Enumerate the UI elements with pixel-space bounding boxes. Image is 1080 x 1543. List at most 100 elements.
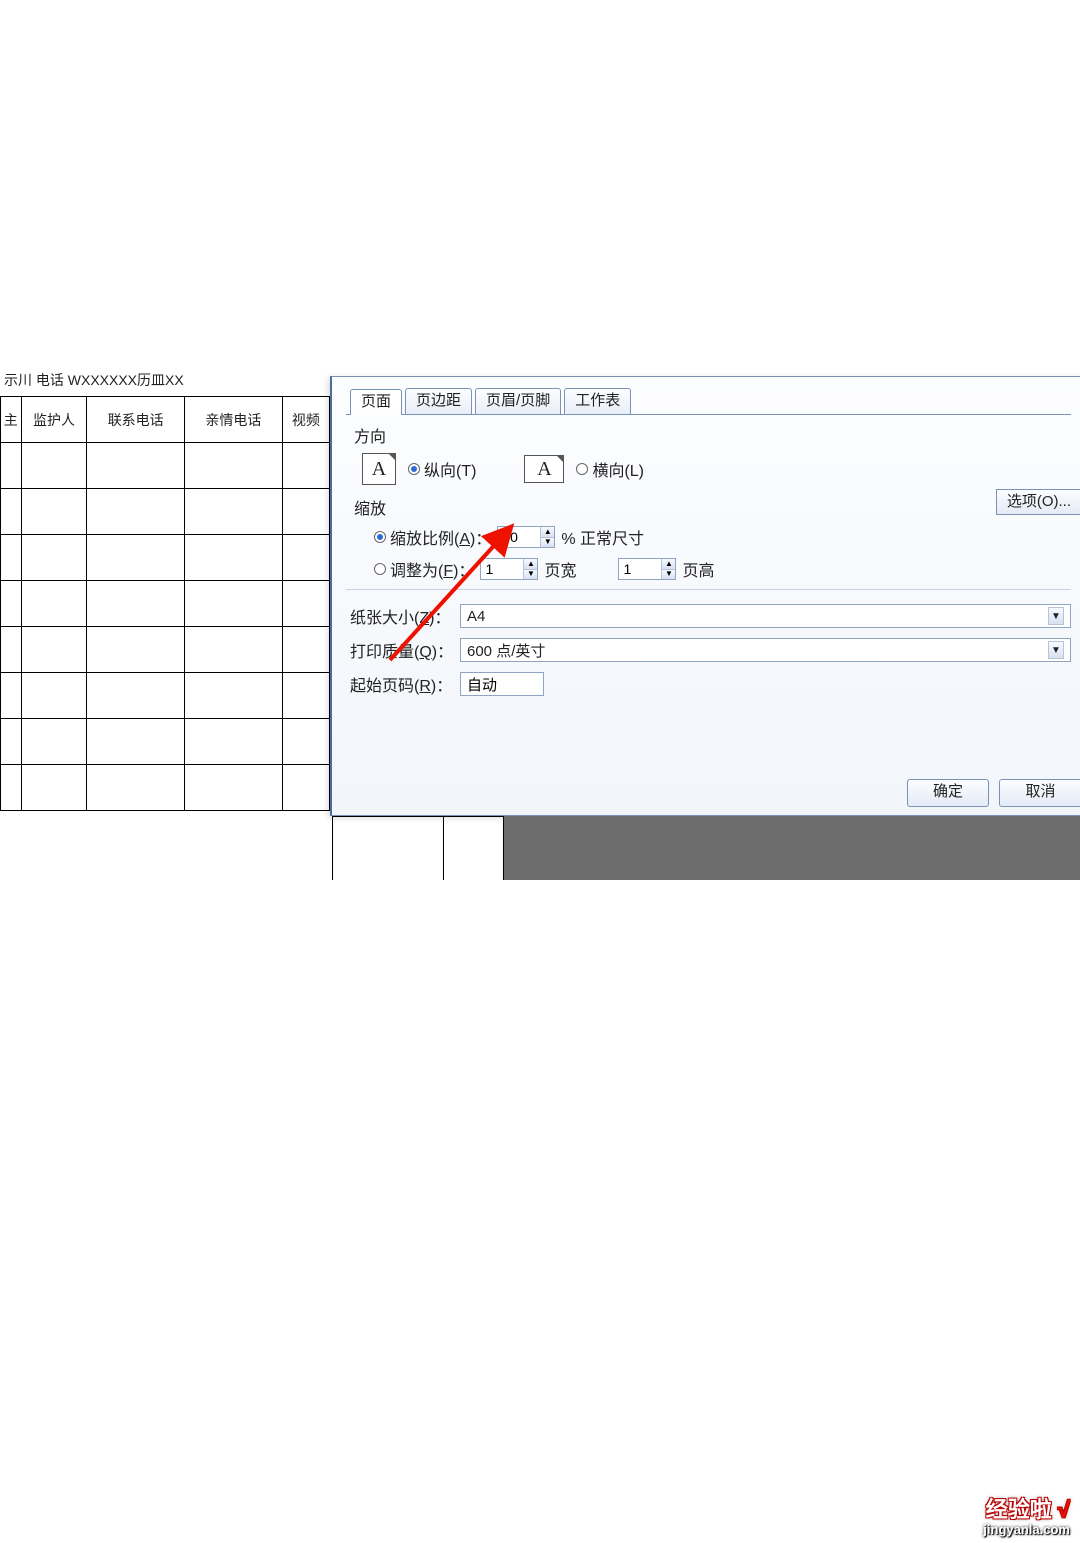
radio-landscape[interactable]: 横向(L) xyxy=(576,457,644,481)
cell xyxy=(1,627,22,673)
cell xyxy=(21,719,87,765)
cell xyxy=(21,443,87,489)
table-row xyxy=(1,627,330,673)
portrait-page-icon: A xyxy=(362,453,396,485)
table-row xyxy=(1,489,330,535)
cell xyxy=(185,443,283,489)
table-row xyxy=(1,443,330,489)
sheet-table: 主 监护人 联系电话 亲情电话 视频 xyxy=(0,396,330,811)
col-family-phone: 亲情电话 xyxy=(185,397,283,443)
start-page-accel: R xyxy=(419,678,431,695)
dogear-icon xyxy=(556,455,564,471)
spin-down-icon[interactable]: ▼ xyxy=(661,570,675,580)
radio-fit-to[interactable]: 调整为(F)： xyxy=(374,557,474,581)
cell xyxy=(282,765,329,811)
ok-button[interactable]: 确定 xyxy=(907,779,989,807)
paper-size-value: A4 xyxy=(467,608,485,625)
orientation-label: 方向 xyxy=(354,423,1071,447)
print-quality-label-suffix: )： xyxy=(432,644,453,661)
paper-size-accel: Z xyxy=(419,610,429,627)
cell xyxy=(87,581,185,627)
cell xyxy=(87,719,185,765)
table-row xyxy=(1,581,330,627)
scale-percent-input[interactable] xyxy=(498,527,540,547)
chevron-down-icon: ▼ xyxy=(1048,607,1064,625)
fit-label-prefix: 调整为( xyxy=(390,563,443,580)
chevron-down-icon: ▼ xyxy=(1048,641,1064,659)
cell xyxy=(185,719,283,765)
table-row xyxy=(1,535,330,581)
table-row xyxy=(1,765,330,811)
adjust-accel: A xyxy=(459,531,470,548)
fit-wide-spinner[interactable]: ▲ ▼ xyxy=(480,558,538,580)
print-quality-combo[interactable]: 600 点/英寸 ▼ xyxy=(460,638,1071,662)
fit-tall-label: 页高 xyxy=(682,557,714,581)
scale-unit-label: % 正常尺寸 xyxy=(561,525,644,549)
start-page-input[interactable] xyxy=(460,672,544,696)
cell xyxy=(87,535,185,581)
fit-wide-input[interactable] xyxy=(481,559,523,579)
cell xyxy=(185,581,283,627)
spin-up-icon[interactable]: ▲ xyxy=(661,559,675,570)
fit-wide-label: 页宽 xyxy=(544,557,576,581)
options-button[interactable]: 选项(O)... xyxy=(996,489,1080,515)
col-guardian: 监护人 xyxy=(21,397,87,443)
cell xyxy=(87,489,185,535)
cell xyxy=(282,627,329,673)
cell xyxy=(21,489,87,535)
paper-size-combo[interactable]: A4 ▼ xyxy=(460,604,1071,628)
col-video: 视频 xyxy=(282,397,329,443)
cell xyxy=(185,535,283,581)
sheet-extra-cells xyxy=(332,816,504,880)
radio-dot-icon xyxy=(408,463,420,475)
scale-percent-spinner[interactable]: ▲ ▼ xyxy=(497,526,555,548)
cell xyxy=(21,627,87,673)
print-quality-label-prefix: 打印质量( xyxy=(350,644,419,661)
cell xyxy=(87,673,185,719)
spin-down-icon[interactable]: ▼ xyxy=(540,538,554,548)
watermark-brand: 经验啦 xyxy=(986,1497,1052,1522)
cell xyxy=(87,443,185,489)
fit-label-suffix: )： xyxy=(453,563,474,580)
print-quality-value: 600 点/英寸 xyxy=(467,640,545,661)
cell xyxy=(282,535,329,581)
table-row xyxy=(1,673,330,719)
cell xyxy=(185,765,283,811)
radio-dot-icon xyxy=(576,463,588,475)
cell xyxy=(21,581,87,627)
spin-down-icon[interactable]: ▼ xyxy=(523,570,537,580)
cancel-button[interactable]: 取消 xyxy=(999,779,1080,807)
radio-portrait[interactable]: 纵向(T) xyxy=(408,457,476,481)
workspace-bg xyxy=(504,816,1080,880)
paper-size-label-prefix: 纸张大小( xyxy=(350,610,419,627)
cell xyxy=(1,673,22,719)
table-row xyxy=(1,719,330,765)
tab-2[interactable]: 页眉/页脚 xyxy=(475,388,561,414)
scaling-label: 缩放 xyxy=(354,495,1071,519)
cell xyxy=(1,765,22,811)
col-0: 主 xyxy=(1,397,22,443)
orientation-group: A 纵向(T) A 横向(L) xyxy=(362,453,1071,485)
radio-portrait-label: 纵向(T) xyxy=(424,457,476,481)
cell xyxy=(87,765,185,811)
cell xyxy=(185,673,283,719)
radio-dot-icon xyxy=(374,531,386,543)
start-page-label-prefix: 起始页码( xyxy=(350,678,419,695)
spin-up-icon[interactable]: ▲ xyxy=(523,559,537,570)
fit-tall-input[interactable] xyxy=(619,559,661,579)
radio-scale-adjust[interactable]: 缩放比例(A)： xyxy=(374,525,491,549)
cell xyxy=(1,443,22,489)
cell xyxy=(282,443,329,489)
tab-3[interactable]: 工作表 xyxy=(564,388,631,414)
cell xyxy=(1,581,22,627)
cell xyxy=(1,489,22,535)
tab-1[interactable]: 页边距 xyxy=(405,388,472,414)
print-quality-accel: Q xyxy=(419,644,431,661)
radio-dot-icon xyxy=(374,563,386,575)
cell xyxy=(1,719,22,765)
tab-0[interactable]: 页面 xyxy=(350,389,402,415)
fit-tall-spinner[interactable]: ▲ ▼ xyxy=(618,558,676,580)
spin-up-icon[interactable]: ▲ xyxy=(540,527,554,538)
cell xyxy=(87,627,185,673)
cell xyxy=(282,673,329,719)
